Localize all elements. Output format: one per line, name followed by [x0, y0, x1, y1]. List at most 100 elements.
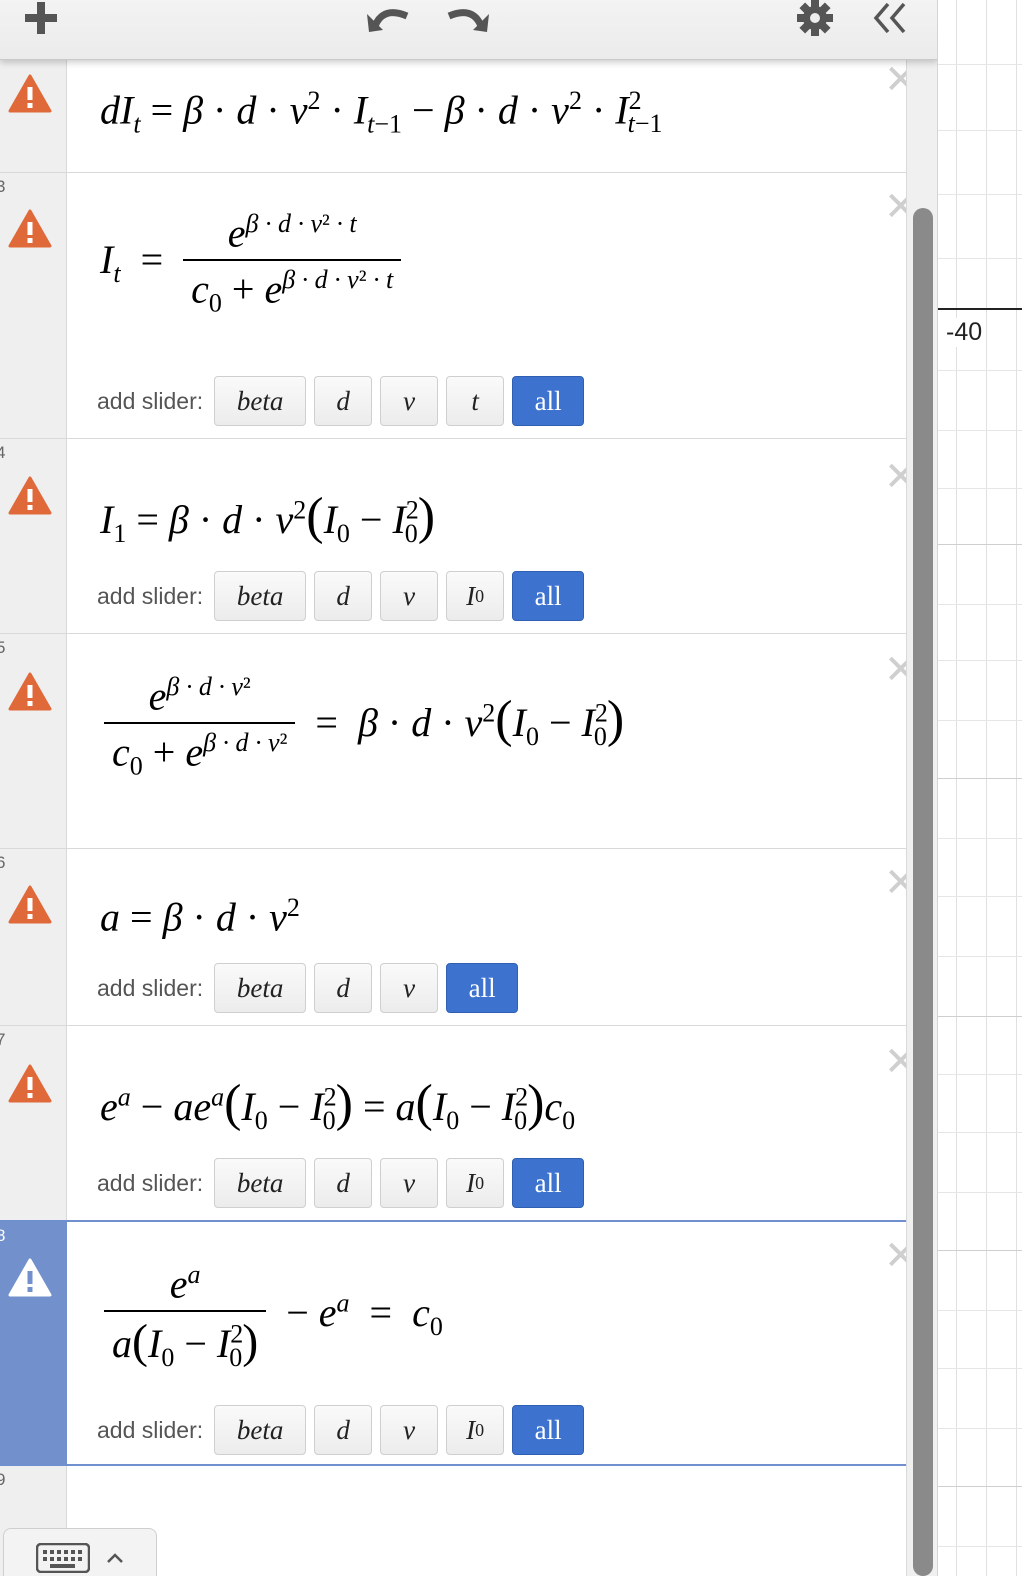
warning-icon[interactable]: [8, 1258, 52, 1298]
equation[interactable]: a = β · d · v2: [100, 895, 300, 937]
keyboard-icon: [36, 1543, 90, 1573]
graph-canvas[interactable]: -40: [938, 0, 1022, 1576]
expression-row-2[interactable]: ✕ dIt = β · d · v2 · It−1 − β · d · v2 ·…: [0, 60, 918, 173]
slider-button-t[interactable]: t: [446, 376, 505, 426]
expression-row-4[interactable]: 4 ✕ I1 = β · d · v2(I0 − I20) add slider…: [0, 439, 918, 634]
expression-list-panel: ✕ dIt = β · d · v2 · It−1 − β · d · v2 ·…: [0, 0, 938, 1576]
grid-line: [938, 194, 1022, 195]
slider-button-d[interactable]: d: [314, 963, 373, 1013]
warning-icon[interactable]: [8, 1064, 52, 1104]
add-slider-bar: add slider: beta d v I0 all: [97, 571, 585, 621]
row-gutter: [0, 1026, 67, 1220]
caret-up-icon: [107, 1553, 123, 1563]
double-chevron-left-icon: [873, 2, 906, 34]
slider-button-beta[interactable]: beta: [214, 376, 307, 426]
grid-line: [938, 956, 1022, 957]
slider-button-v[interactable]: v: [380, 376, 439, 426]
grid-line: [938, 1074, 1022, 1075]
equation[interactable]: It = eβ · d · v² · t c0 + eβ · d · v² · t: [100, 211, 402, 317]
equation[interactable]: ea − aea(I0 − I20) = a(I0 − I20)c0: [100, 1078, 575, 1134]
keyboard-toggle-button[interactable]: [3, 1528, 157, 1576]
grid-line: [938, 1546, 1022, 1547]
grid-line: [938, 1486, 1022, 1487]
grid-line: [986, 0, 987, 1576]
row-number: 5: [0, 638, 5, 658]
grid-line: [938, 1310, 1022, 1311]
grid-line: [938, 720, 1022, 721]
redo-button[interactable]: [436, 0, 496, 42]
row-gutter: [0, 849, 67, 1025]
gear-icon: [797, 0, 833, 36]
slider-button-v[interactable]: v: [380, 571, 439, 621]
scrollbar-thumb[interactable]: [913, 208, 933, 1576]
grid-line: [938, 1250, 1022, 1251]
slider-button-beta[interactable]: beta: [214, 571, 307, 621]
grid-line: [938, 896, 1022, 897]
grid-line: [938, 778, 1022, 779]
grid-line: [938, 430, 1022, 431]
expression-toolbar: [0, 0, 937, 60]
slider-button-all[interactable]: all: [512, 1158, 585, 1208]
slider-button-all[interactable]: all: [512, 571, 585, 621]
slider-button-all[interactable]: all: [512, 376, 585, 426]
slider-button-i0[interactable]: I0: [446, 1158, 505, 1208]
slider-button-v[interactable]: v: [380, 1405, 439, 1455]
slider-button-d[interactable]: d: [314, 571, 373, 621]
grid-line: [938, 838, 1022, 839]
expression-row-7[interactable]: 7 ✕ ea − aea(I0 − I20) = a(I0 − I20)c0 a…: [0, 1026, 918, 1221]
add-slider-bar: add slider: beta d v I0 all: [97, 1158, 585, 1208]
warning-icon[interactable]: [8, 74, 52, 114]
add-slider-label: add slider:: [97, 582, 204, 609]
grid-line: [938, 130, 1022, 131]
grid-line: [938, 1192, 1022, 1193]
row-number: 8: [0, 1226, 5, 1246]
warning-icon[interactable]: [8, 209, 52, 249]
undo-button[interactable]: [360, 0, 420, 42]
slider-button-beta[interactable]: beta: [214, 963, 307, 1013]
slider-button-d[interactable]: d: [314, 1158, 373, 1208]
equation[interactable]: I1 = β · d · v2(I0 − I20): [100, 491, 435, 547]
grid-line: [938, 64, 1022, 65]
grid-line: [1016, 0, 1017, 1576]
add-expression-button[interactable]: [16, 0, 66, 42]
grid-line: [938, 1368, 1022, 1369]
slider-button-beta[interactable]: beta: [214, 1405, 307, 1455]
equation[interactable]: dIt = β · d · v2 · It−1 − β · d · v2 · I…: [100, 88, 663, 137]
expression-row-8[interactable]: 8 ✕ eaa(I0 − I20) − ea = c0 add slider: …: [0, 1220, 918, 1466]
grid-line: [938, 258, 1022, 259]
expression-row-3[interactable]: 3 ✕ It = eβ · d · v² · tc0 + eβ · d · v²…: [0, 173, 918, 439]
slider-button-i0[interactable]: I0: [446, 571, 505, 621]
grid-line: [938, 604, 1022, 605]
slider-button-v[interactable]: v: [380, 1158, 439, 1208]
x-axis: [938, 308, 1022, 310]
collapse-panel-button[interactable]: [860, 0, 920, 42]
expression-row-6[interactable]: 6 ✕ a = β · d · v2 add slider: beta d v …: [0, 849, 918, 1026]
slider-button-d[interactable]: d: [314, 376, 373, 426]
slider-button-all[interactable]: all: [512, 1405, 585, 1455]
add-slider-label: add slider:: [97, 974, 204, 1001]
warning-icon[interactable]: [8, 672, 52, 712]
grid-line: [938, 370, 1022, 371]
grid-line: [938, 1428, 1022, 1429]
axis-tick-label: -40: [944, 318, 985, 347]
slider-button-d[interactable]: d: [314, 1405, 373, 1455]
grid-line: [938, 544, 1022, 545]
slider-button-all[interactable]: all: [446, 963, 519, 1013]
warning-icon[interactable]: [8, 885, 52, 925]
plus-icon: [25, 2, 57, 34]
grid-line: [938, 1132, 1022, 1133]
add-slider-bar: add slider: beta d v t all: [97, 376, 585, 426]
grid-line: [938, 660, 1022, 661]
expression-row-5[interactable]: 5 ✕ eβ · d · v²c0 + eβ · d · v² = β · d …: [0, 634, 918, 849]
slider-button-v[interactable]: v: [380, 963, 439, 1013]
slider-button-beta[interactable]: beta: [214, 1158, 307, 1208]
equation[interactable]: eβ · d · v² c0 + eβ · d · v² = β · d · v2…: [104, 674, 624, 780]
undo-arrow-icon: [367, 9, 409, 32]
warning-icon[interactable]: [8, 476, 52, 516]
grid-line: [938, 1016, 1022, 1017]
slider-button-i0[interactable]: I0: [446, 1405, 505, 1455]
add-slider-bar: add slider: beta d v all: [97, 963, 519, 1013]
settings-button[interactable]: [790, 0, 840, 42]
equation[interactable]: ea a(I0 − I20) − ea = c0: [104, 1262, 443, 1371]
add-slider-label: add slider:: [97, 1169, 204, 1196]
